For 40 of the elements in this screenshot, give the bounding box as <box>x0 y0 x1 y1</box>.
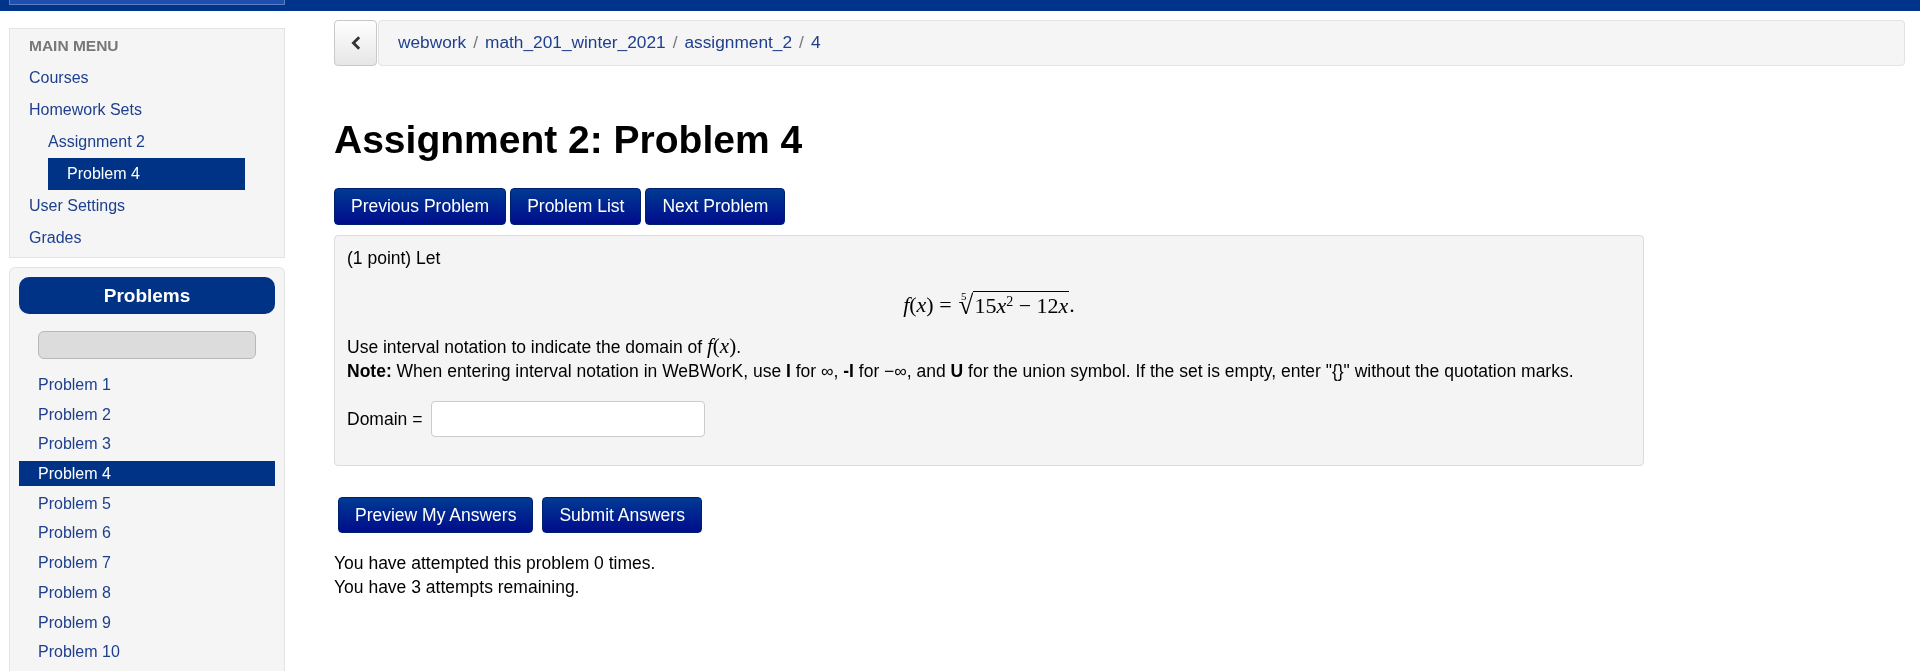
problems-heading: Problems <box>19 277 275 314</box>
menu-item[interactable]: Assignment 2 <box>29 126 245 158</box>
problem-link[interactable]: Problem 1 <box>19 372 275 397</box>
instruction-text: Use interval notation to indicate the domain of f(x). <box>347 335 741 359</box>
page-title: Assignment 2: Problem 4 <box>334 117 803 163</box>
problem-link[interactable]: Problem 6 <box>19 520 275 546</box>
problem-link[interactable]: Problem 4 <box>19 461 275 487</box>
menu-item[interactable]: Grades <box>10 222 245 254</box>
note-text: Note: When entering interval notation in WeBWorK, use I for ∞, -I for −∞, and U for the union symbol. If the set is empty, enter "{}" without the quotation marks. <box>347 360 1574 383</box>
menu-item[interactable]: Problem 4 <box>48 158 245 190</box>
breadcrumb-separator: / <box>472 31 479 55</box>
previous-problem-button[interactable]: Previous Problem <box>334 188 507 225</box>
submit-answers-button[interactable]: Submit Answers <box>542 497 702 533</box>
problem-link[interactable]: Problem 10 <box>19 639 275 665</box>
menu-item[interactable]: Courses <box>10 62 245 94</box>
breadcrumb-link[interactable]: assignment_2 <box>684 30 793 56</box>
answer-label: Domain = <box>347 408 423 431</box>
attempts-count-text: You have attempted this problem 0 times. <box>334 552 656 575</box>
chevron-left-icon <box>350 36 361 50</box>
problem-link[interactable]: Problem 8 <box>19 579 275 605</box>
attempts-remaining-text: You have 3 attempts remaining. <box>334 576 580 599</box>
menu-item[interactable]: User Settings <box>10 190 245 222</box>
next-problem-button[interactable]: Next Problem <box>645 188 786 225</box>
preview-answers-button[interactable]: Preview My Answers <box>338 497 534 533</box>
problem-link[interactable]: Problem 2 <box>19 401 275 427</box>
menu-item[interactable]: Homework Sets <box>10 94 245 126</box>
breadcrumb-separator: / <box>671 31 679 55</box>
breadcrumb-separator: / <box>798 31 805 55</box>
problem-intro-text: (1 point) Let <box>347 247 441 270</box>
problem-link[interactable]: Problem 7 <box>19 550 275 576</box>
breadcrumb-link[interactable]: webwork <box>398 30 467 56</box>
back-button[interactable] <box>334 20 377 66</box>
problem-link[interactable]: Problem 9 <box>19 609 275 635</box>
menu-heading: MAIN MENU <box>28 36 120 56</box>
problem-link[interactable]: Problem 3 <box>19 431 275 457</box>
problem-list-button[interactable]: Problem List <box>510 188 642 225</box>
breadcrumb-link[interactable]: 4 <box>810 30 821 56</box>
problem-link[interactable]: Problem 5 <box>19 490 275 516</box>
answer-field[interactable] <box>431 401 706 437</box>
breadcrumb-link[interactable]: math_201_winter_2021 <box>485 30 666 56</box>
